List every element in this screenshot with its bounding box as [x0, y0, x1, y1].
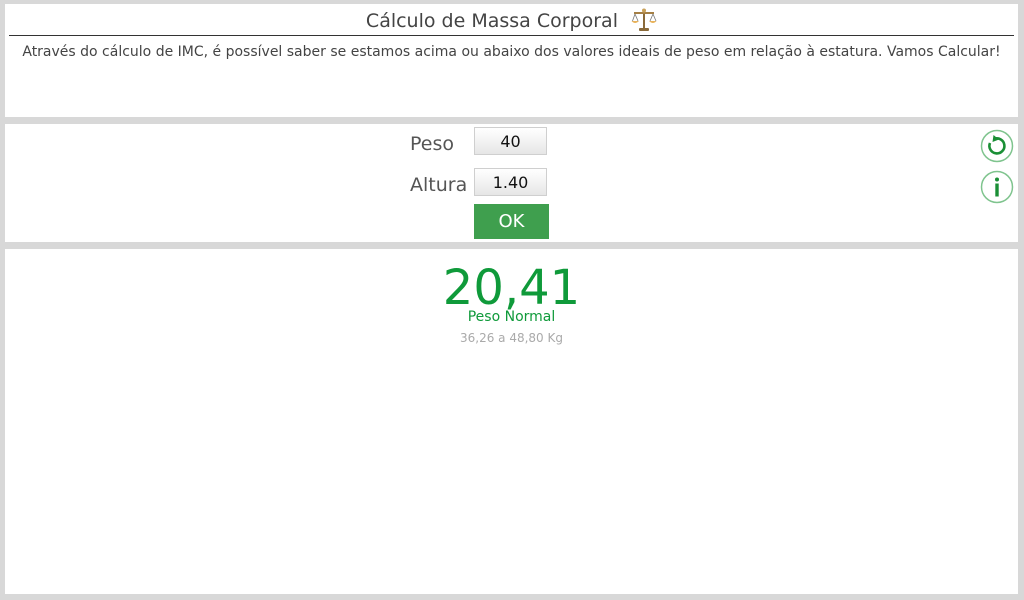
form-panel: Peso Altura OK	[5, 124, 1018, 242]
result-panel: 20,41 Peso Normal 36,26 a 48,80 Kg	[5, 249, 1018, 594]
weight-input[interactable]	[474, 127, 547, 155]
ok-button[interactable]: OK	[474, 204, 549, 239]
height-input[interactable]	[474, 168, 547, 196]
height-label: Altura	[410, 174, 468, 196]
description-text: Através do cálculo de IMC, é possível sa…	[22, 44, 1001, 60]
bmi-classification: Peso Normal	[467, 309, 556, 325]
title-bar: Cálculo de Massa Corporal	[9, 4, 1014, 36]
info-button[interactable]	[980, 170, 1014, 204]
bmi-value: 20,41	[442, 260, 581, 316]
refresh-button[interactable]	[980, 129, 1014, 163]
page-title: Cálculo de Massa Corporal	[365, 10, 618, 32]
refresh-icon	[980, 129, 1014, 163]
info-icon	[980, 170, 1014, 204]
ideal-weight-range: 36,26 a 48,80 Kg	[460, 331, 563, 345]
header-panel: Cálculo de Massa Corporal Através do cál…	[5, 4, 1018, 117]
weight-label: Peso	[410, 133, 454, 155]
balance-scale-icon	[631, 7, 657, 33]
